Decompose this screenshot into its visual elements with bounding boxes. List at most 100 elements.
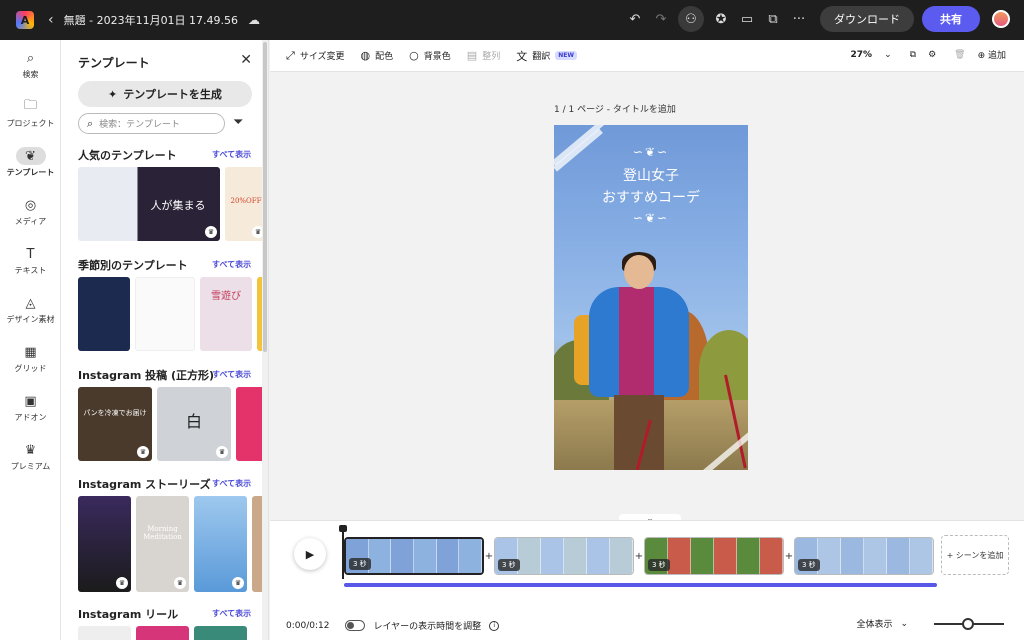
add-between-icon[interactable]: + <box>784 551 794 562</box>
cloud-sync-icon[interactable]: ☁ <box>248 13 260 27</box>
avatar[interactable] <box>992 10 1010 28</box>
lightbulb-icon[interactable]: ✪ <box>708 6 734 32</box>
redo-icon[interactable]: ↷ <box>648 6 674 32</box>
top-bar: A ‹ 無題 - 2023年11月01日 17.49.56 ☁ ↶ ↷ ⚇ ✪ … <box>0 0 1024 40</box>
search-icon: ⌕ <box>87 116 94 130</box>
template-card[interactable]: パンを冷凍でお届け ♛ <box>78 387 152 461</box>
translate-button[interactable]: 文翻訳 NEW <box>516 48 577 64</box>
see-all-stories-link[interactable]: すべて表示 <box>212 478 251 489</box>
background-color-icon: ○ <box>409 49 419 62</box>
scene-thumbnail[interactable]: 3 秒 <box>344 537 484 575</box>
invite-user-icon[interactable]: ⚇ <box>678 6 704 32</box>
template-card[interactable]: Morning Meditation ♛ <box>136 496 189 592</box>
scene-thumbnail[interactable]: 3 秒 <box>644 537 784 575</box>
template-card[interactable]: ♛ <box>194 496 247 592</box>
rail-item-projects[interactable]: 🗀 プロジェクト <box>0 89 61 138</box>
download-button[interactable]: ダウンロード <box>820 6 914 32</box>
add-scene-button[interactable]: + シーンを追加 <box>941 535 1009 575</box>
resize-button[interactable]: ⤢ サイズ変更 <box>286 49 345 63</box>
zoom-level[interactable]: 27% <box>851 50 873 60</box>
add-between-icon[interactable]: + <box>484 551 494 562</box>
new-badge: NEW <box>555 51 577 60</box>
rail-item-search[interactable]: ⌕ 検索 <box>0 40 61 89</box>
play-button[interactable]: ▶ <box>294 538 326 570</box>
shapes-icon: ◬ <box>25 295 36 311</box>
share-button[interactable]: 共有 <box>922 6 980 32</box>
rail-item-design-assets[interactable]: ◬ デザイン素材 <box>0 285 61 334</box>
delete-icon[interactable]: 🗑 <box>954 50 965 60</box>
background-color-button[interactable]: ○ 背景色 <box>409 49 451 62</box>
timeline-progress-bar[interactable] <box>344 583 937 587</box>
chevron-down-icon[interactable]: ⌄ <box>884 50 892 60</box>
artboard[interactable]: ∽❦∽ 登山女子 おすすめコーデ ∽❦∽ <box>554 125 748 470</box>
filter-icon[interactable]: ⏷ <box>233 115 243 130</box>
scene-duration[interactable]: 3 秒 <box>349 558 371 570</box>
scene-thumbnail[interactable]: 3 秒 <box>494 537 634 575</box>
add-button[interactable]: ⊕ 追加 <box>978 48 1006 61</box>
playhead[interactable] <box>339 525 347 579</box>
review-icon[interactable]: ⧉ <box>760 6 786 32</box>
add-between-icon[interactable]: + <box>634 551 644 562</box>
template-search-input[interactable]: ⌕ 検索：テンプレート <box>78 113 225 134</box>
rail-item-media[interactable]: ◎ メディア <box>0 187 61 236</box>
premium-crown-icon: ♛ <box>137 446 149 458</box>
scene-duration[interactable]: 3 秒 <box>648 559 670 571</box>
template-card[interactable] <box>78 626 131 640</box>
panel-scrollbar[interactable] <box>262 40 268 640</box>
page-label[interactable]: 1 / 1 ページ - タイトルを追加 <box>554 102 676 115</box>
premium-crown-icon: ♛ <box>232 577 244 589</box>
palette-button[interactable]: ◍ 配色 <box>361 49 394 62</box>
rail-item-templates[interactable]: ❦ テンプレート <box>0 138 61 187</box>
template-card[interactable] <box>194 626 247 640</box>
see-all-seasonal-link[interactable]: すべて表示 <box>212 259 251 270</box>
canvas-toolbar: ⤢ サイズ変更 ◍ 配色 ○ 背景色 ▤ 整列 文翻訳 NEW 27% ⌄ ⧉ ⚙ 🗑 ⊕… <box>270 40 1024 72</box>
info-icon[interactable]: i <box>489 620 500 631</box>
rail-item-premium[interactable]: ♛ プレミアム <box>0 432 61 481</box>
view-all-dropdown[interactable]: 全体表示 <box>856 617 892 630</box>
rail-item-text[interactable]: T テキスト <box>0 236 61 285</box>
template-card[interactable] <box>78 277 130 351</box>
more-icon[interactable]: ··· <box>786 6 812 32</box>
back-chevron-icon[interactable]: ‹ <box>48 12 54 28</box>
timeline-zoom-slider[interactable] <box>934 617 1004 630</box>
template-card[interactable]: 雪遊び <box>200 277 252 351</box>
rail-item-addons[interactable]: ▣ アドオン <box>0 383 61 432</box>
adobe-express-logo-icon[interactable]: A <box>16 11 34 29</box>
document-title[interactable]: 無題 - 2023年11月01日 17.49.56 <box>64 12 238 28</box>
template-card[interactable] <box>136 626 189 640</box>
media-icon: ◎ <box>24 197 37 213</box>
template-card[interactable]: 白 ♛ <box>157 387 231 461</box>
see-all-reels-link[interactable]: すべて表示 <box>212 608 251 619</box>
search-icon: ⌕ <box>26 50 35 66</box>
layer-duration-label: レイヤーの表示時間を調整 <box>373 622 482 632</box>
template-card[interactable] <box>135 277 195 351</box>
section-title-popular: 人気のテンプレート <box>78 149 177 162</box>
layer-duration-toggle[interactable] <box>345 620 366 631</box>
undo-icon[interactable]: ↶ <box>622 6 648 32</box>
scene-thumbnail[interactable]: 3 秒 <box>794 537 934 575</box>
slider-knob[interactable] <box>961 617 974 630</box>
canvas-area[interactable]: 1 / 1 ページ - タイトルを追加 ∽❦∽ 登山女子 おすすめコーデ ∽❦∽… <box>270 72 1024 524</box>
template-card[interactable]: ♛ <box>78 496 131 592</box>
layers-icon[interactable]: ⧉ <box>910 50 916 60</box>
see-all-popular-link[interactable]: すべて表示 <box>212 149 251 160</box>
scene-duration[interactable]: 3 秒 <box>798 559 820 571</box>
arrange-icon[interactable]: ⚙ <box>928 50 936 60</box>
generate-template-button[interactable]: ✦ テンプレートを生成 <box>78 81 252 107</box>
generate-sparkle-icon: ✦ <box>108 87 118 101</box>
ornament-bottom: ∽❦∽ <box>632 211 670 225</box>
panel-scrollbar-thumb[interactable] <box>263 42 267 352</box>
align-button[interactable]: ▤ 整列 <box>467 49 500 62</box>
chevron-down-icon[interactable]: ⌄ <box>900 619 908 629</box>
section-title-instagram-stories: Instagram ストーリーズ <box>78 478 211 491</box>
scene-duration[interactable]: 3 秒 <box>498 559 520 571</box>
see-all-square-link[interactable]: すべて表示 <box>212 369 251 380</box>
hiker-photo[interactable] <box>574 252 747 470</box>
comment-icon[interactable]: ▭ <box>734 6 760 32</box>
premium-crown-icon: ♛ <box>116 577 128 589</box>
close-icon[interactable]: ✕ <box>240 52 252 68</box>
rail-item-grid[interactable]: ▦ グリッド <box>0 334 61 383</box>
template-card[interactable]: 人が集まる ♛ <box>78 167 220 241</box>
template-card[interactable]: 20%OFF ♛ <box>225 167 267 241</box>
artboard-title[interactable]: 登山女子 おすすめコーデ <box>554 165 748 209</box>
